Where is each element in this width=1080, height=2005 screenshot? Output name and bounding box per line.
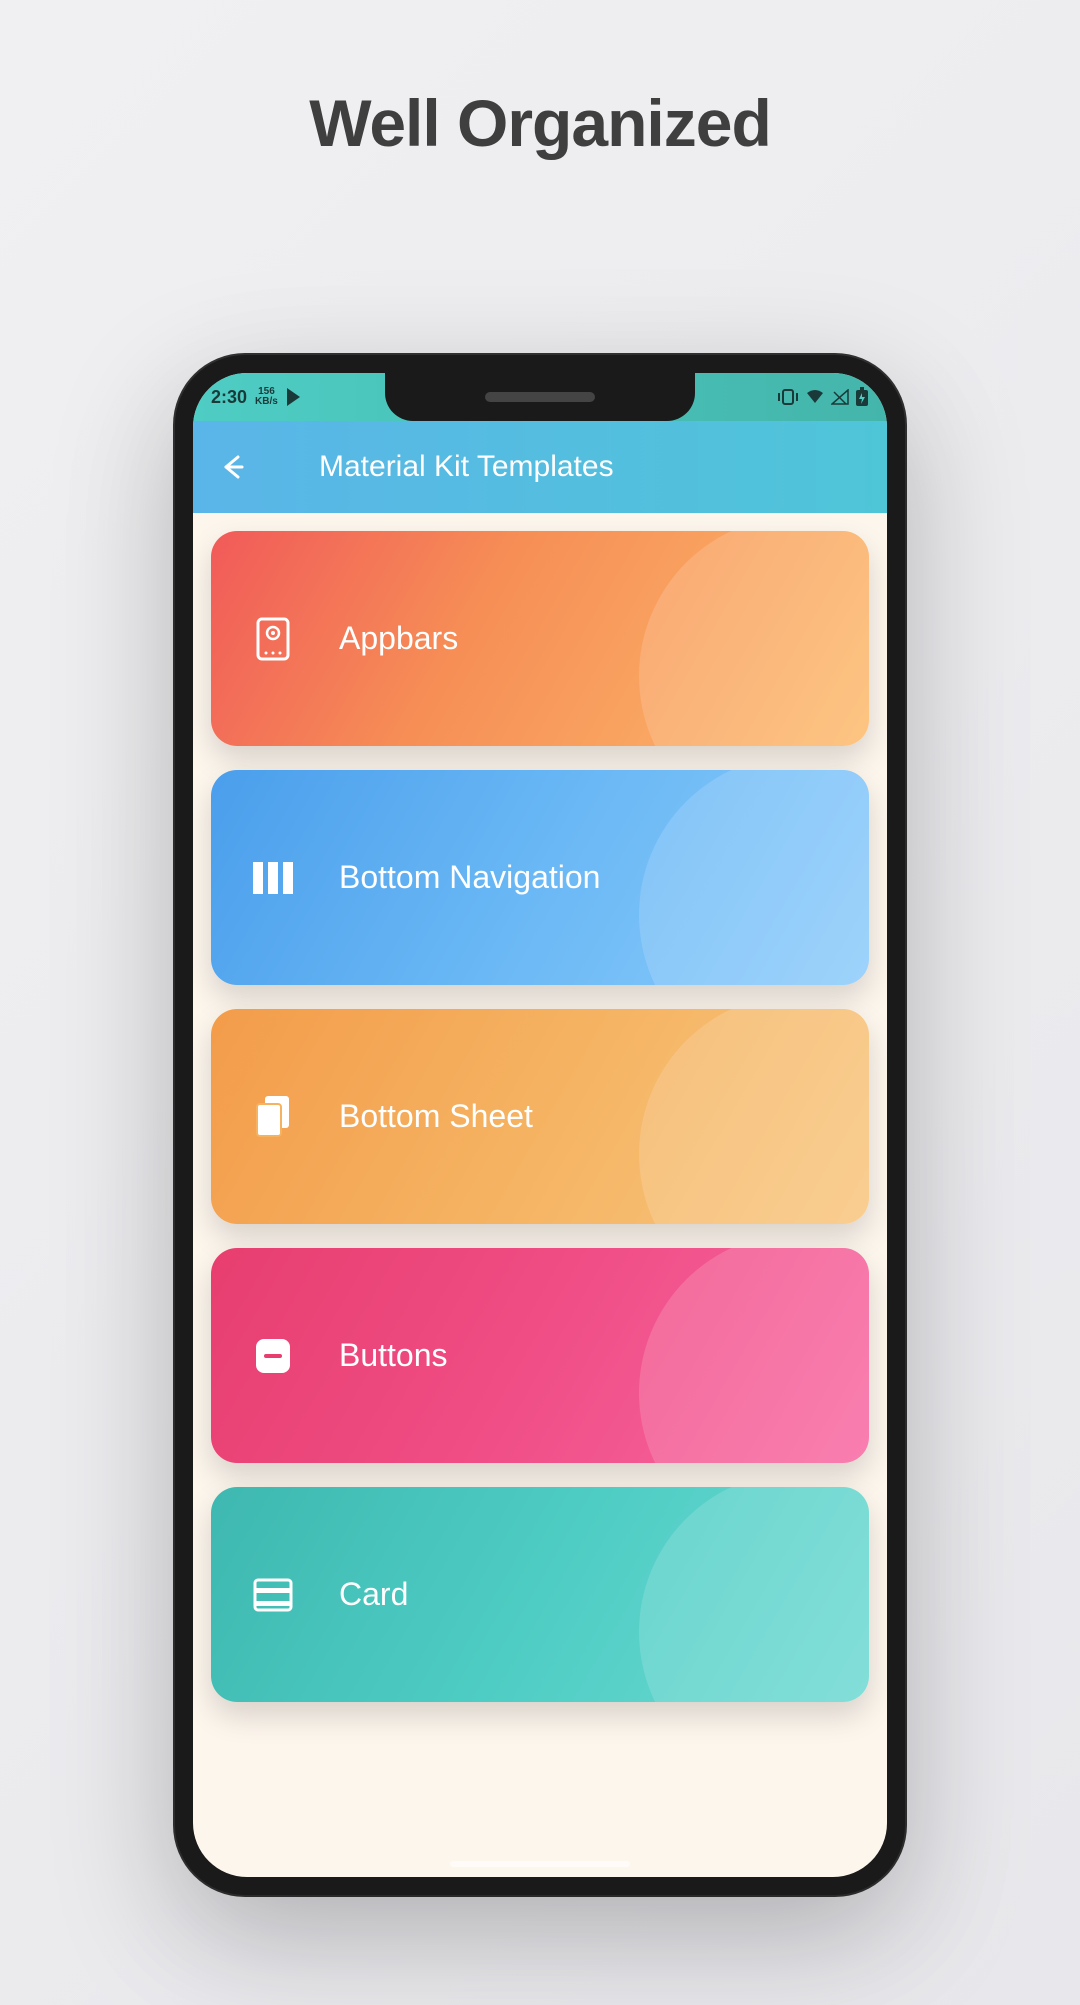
phone-frame: 2:30 156 KB/s bbox=[175, 355, 905, 1895]
columns-icon bbox=[251, 856, 295, 900]
card-label: Card bbox=[339, 1576, 408, 1613]
home-indicator[interactable] bbox=[450, 1861, 630, 1867]
card-label: Bottom Sheet bbox=[339, 1098, 533, 1135]
page-heading: Well Organized bbox=[0, 85, 1080, 161]
vibrate-icon bbox=[777, 388, 799, 406]
device-frame-icon bbox=[251, 617, 295, 661]
button-icon bbox=[251, 1334, 295, 1378]
status-network-speed: 156 KB/s bbox=[255, 387, 278, 407]
sheets-icon bbox=[251, 1095, 295, 1139]
wifi-icon bbox=[805, 389, 825, 405]
appbar: Material Kit Templates bbox=[193, 421, 887, 513]
phone-notch bbox=[385, 373, 695, 421]
card-buttons[interactable]: Buttons bbox=[211, 1248, 869, 1463]
status-time: 2:30 bbox=[211, 387, 247, 408]
card-bottom-sheet[interactable]: Bottom Sheet bbox=[211, 1009, 869, 1224]
card-card[interactable]: Card bbox=[211, 1487, 869, 1702]
play-store-icon bbox=[286, 387, 304, 407]
appbar-title: Material Kit Templates bbox=[281, 450, 865, 484]
card-appbars[interactable]: Appbars bbox=[211, 531, 869, 746]
card-label: Buttons bbox=[339, 1337, 448, 1374]
back-button[interactable] bbox=[215, 450, 249, 484]
phone-screen: 2:30 156 KB/s bbox=[193, 373, 887, 1877]
card-label: Appbars bbox=[339, 620, 458, 657]
card-list: Appbars Bottom Navigation Bottom Sheet bbox=[193, 513, 887, 1720]
card-label: Bottom Navigation bbox=[339, 859, 600, 896]
card-bottom-navigation[interactable]: Bottom Navigation bbox=[211, 770, 869, 985]
signal-icon bbox=[831, 389, 849, 405]
battery-icon bbox=[855, 387, 869, 407]
card-icon bbox=[251, 1573, 295, 1617]
